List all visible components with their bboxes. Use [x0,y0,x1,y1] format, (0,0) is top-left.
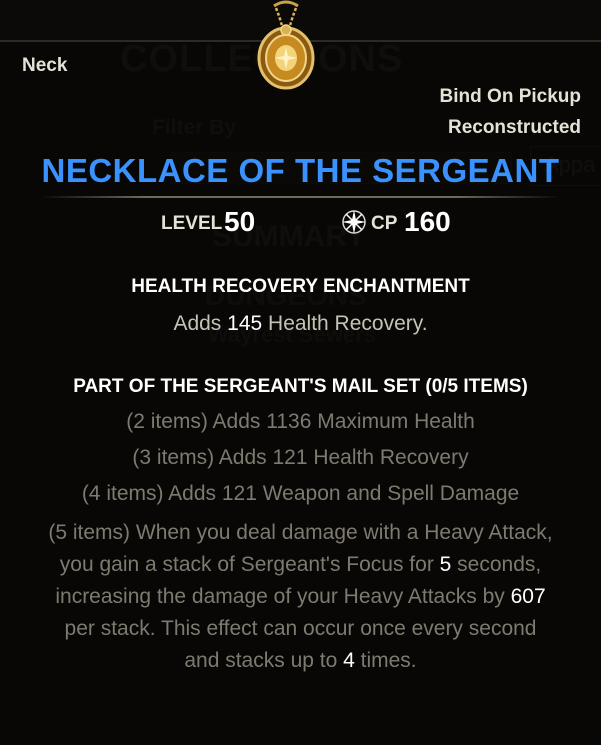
enchantment-desc-prefix: Adds [173,312,228,335]
level-row: LEVEL 50 CP 160 [0,204,601,244]
champion-point-icon [342,210,366,234]
set-bonus-2: (2 items) Adds 1136 Maximum Health [126,410,475,433]
enchantment-title: HEALTH RECOVERY ENCHANTMENT [131,276,470,297]
set-bonus-5: (5 items) When you deal damage with a He… [0,517,601,677]
set-bonus-5-line-2: you gain a stack of Sergeant's Focus for… [0,549,601,581]
set-bonus-5-text: seconds, [451,553,542,576]
enchantment-description: Adds 145 Health Recovery. [0,312,601,336]
enchantment-value: 145 [227,312,263,335]
item-state: Reconstructed [447,117,581,138]
set-bonus-5-damage: 607 [510,585,546,608]
title-divider [40,196,561,198]
enchantment-desc-suffix: Health Recovery. [262,312,428,335]
item-name: NECKLACE OF THE SERGEANT [41,152,560,189]
cp-label: CP [371,213,398,234]
set-bonus-5-line-4: per stack. This effect can occur once ev… [64,617,537,640]
bind-status: Bind On Pickup [439,86,581,107]
level-label: LEVEL [161,213,223,234]
set-title: PART OF THE SERGEANT'S MAIL SET (0/5 ITE… [73,376,528,397]
set-bonus-5-text: and stacks up to [184,649,344,672]
set-bonus-5-text: increasing the damage of your Heavy Atta… [55,585,511,608]
set-bonus-5-line-5: and stacks up to 4 times. [0,645,601,677]
set-bonus-5-line-1: (5 items) When you deal damage with a He… [48,521,553,544]
cp-value: 160 [404,206,451,237]
level-value: 50 [224,206,256,237]
set-bonus-4: (4 items) Adds 121 Weapon and Spell Dama… [81,482,520,505]
necklace-pendant-icon [257,0,315,90]
set-bonus-5-line-3: increasing the damage of your Heavy Atta… [0,581,601,613]
set-bonus-5-text: times. [354,649,417,672]
set-bonus-5-stacks: 4 [343,649,355,672]
set-bonus-5-duration: 5 [439,553,452,576]
set-bonus-5-text: you gain a stack of Sergeant's Focus for [59,553,440,576]
slot-label: Neck [22,55,68,76]
set-bonus-3: (3 items) Adds 121 Health Recovery [132,446,469,469]
